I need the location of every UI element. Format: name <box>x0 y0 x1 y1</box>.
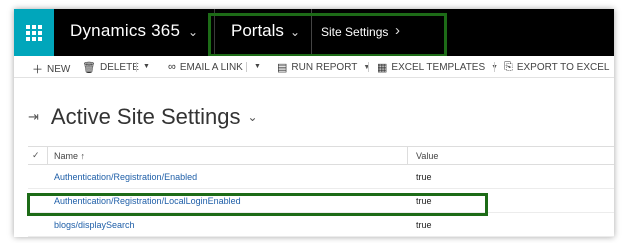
run-report-button[interactable]: ▤ RUN REPORT ▼ <box>277 61 370 74</box>
email-link-label: EMAIL A LINK <box>179 61 243 73</box>
export-excel-button[interactable]: ⎘ EXPORT TO EXCEL ▼ <box>504 61 614 74</box>
excel-templates-button[interactable]: ▦ EXCEL TEMPLATES ▼ <box>377 61 498 74</box>
column-header-name[interactable]: Name ↑ <box>54 151 85 161</box>
setting-value: true <box>416 220 432 230</box>
page-title: Active Site Settings <box>50 104 241 129</box>
excel-templates-label: EXCEL TEMPLATES <box>391 62 486 73</box>
select-all-checkbox[interactable]: ✓ <box>32 150 40 161</box>
plus-icon: ＋ <box>32 64 43 76</box>
column-header-value[interactable]: Value <box>416 151 438 161</box>
table-row[interactable]: Authentication/Registration/Enabled true <box>28 166 614 189</box>
setting-name-link[interactable]: blogs/displaySearch <box>54 220 135 230</box>
waffle-icon <box>26 24 42 41</box>
command-bar: ＋ NEW 🗑 DELETE ▼ ∞ EMAIL A LINK ▼ ▤ RUN … <box>14 56 614 78</box>
export-excel-label: EXPORT TO EXCEL <box>516 62 610 73</box>
setting-name-link[interactable]: Authentication/Registration/Enabled <box>54 172 197 182</box>
chevron-down-icon[interactable]: ⌄ <box>188 25 198 39</box>
chevron-down-icon[interactable]: ⌄ <box>247 110 257 124</box>
highlight-box-row <box>27 193 488 216</box>
report-icon: ▤ <box>277 62 288 74</box>
chevron-down-icon[interactable]: ▼ <box>254 63 261 70</box>
new-button[interactable]: ＋ NEW <box>32 61 70 77</box>
grid-header: ✓ Name ↑ Value <box>28 146 614 165</box>
export-icon: ⎘ <box>504 61 513 73</box>
table-row[interactable]: blogs/displaySearch true <box>28 214 614 237</box>
chevron-down-icon[interactable]: ▼ <box>143 63 150 70</box>
email-link-button[interactable]: ∞ EMAIL A LINK <box>168 61 243 73</box>
app-window: Dynamics 365 ⌄ Portals ⌄ Site Settings ›… <box>14 9 614 237</box>
excel-icon: ▦ <box>377 62 388 74</box>
delete-button[interactable]: 🗑 DELETE <box>82 61 139 74</box>
delete-button-label: DELETE <box>99 62 139 73</box>
run-report-label: RUN REPORT <box>291 62 358 73</box>
app-name[interactable]: Dynamics 365 <box>70 21 180 41</box>
pin-icon[interactable]: ⇥ <box>28 109 39 125</box>
app-launcher-button[interactable] <box>14 9 54 56</box>
setting-value: true <box>416 172 432 182</box>
chevron-down-icon: ▼ <box>363 64 371 71</box>
new-button-label: NEW <box>47 63 71 75</box>
view-selector[interactable]: ⇥ Active Site Settings ⌄ <box>28 104 258 130</box>
highlight-box-nav <box>208 13 447 57</box>
trash-icon: 🗑 <box>82 62 96 74</box>
link-icon: ∞ <box>168 61 176 73</box>
